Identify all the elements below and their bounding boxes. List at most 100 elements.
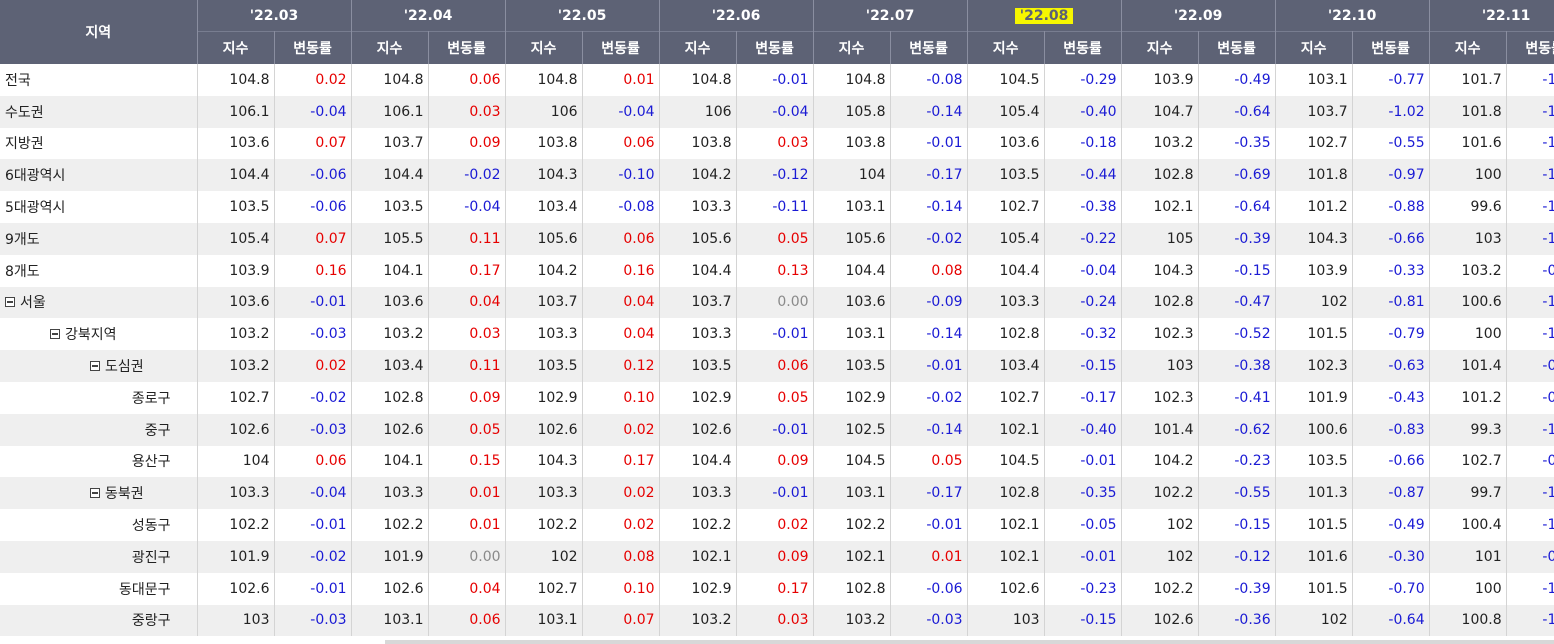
index-value-cell: 104.4: [351, 159, 429, 192]
index-value-cell: 104.4: [813, 254, 891, 287]
change-rate-cell: -1.17: [1506, 604, 1554, 637]
region-cell: 성동구: [0, 509, 198, 541]
index-value-cell: 103.7: [659, 286, 737, 319]
index-value-cell: 103.2: [351, 318, 429, 351]
month-header: '22.10: [1275, 0, 1430, 32]
collapse-toggle-icon[interactable]: [50, 329, 60, 340]
change-rate-cell: -0.87: [1506, 350, 1554, 382]
index-value-cell: 102: [1121, 509, 1199, 541]
index-value-cell: 100.4: [1429, 509, 1507, 541]
horizontal-scrollbar[interactable]: [385, 640, 1554, 644]
change-rate-cell: -0.47: [1198, 286, 1276, 319]
change-rate-cell: -0.64: [1352, 604, 1430, 637]
region-cell: 전국: [0, 64, 198, 96]
collapse-toggle-icon[interactable]: [90, 361, 100, 372]
change-rate-cell: -0.63: [1352, 350, 1430, 382]
index-value-cell: 103.3: [351, 477, 429, 510]
change-rate-cell: 0.13: [736, 254, 814, 287]
change-rate-cell: -0.49: [1352, 509, 1430, 541]
change-subheader[interactable]: 변동률: [582, 31, 660, 64]
change-rate-cell: -0.61: [1506, 540, 1554, 573]
change-subheader[interactable]: 변동률: [1198, 31, 1276, 64]
change-rate-cell: -0.04: [274, 95, 352, 128]
table-row: 성동구 102.2 -0.01 102.2 0.01 102.2 0.02 102.2 0.02…: [0, 509, 1554, 541]
change-rate-cell: -0.17: [890, 477, 968, 510]
region-cell[interactable]: 서울: [0, 286, 198, 319]
region-cell: 용산구: [0, 445, 198, 478]
index-subheader[interactable]: 지수: [505, 31, 583, 64]
region-cell: 8개도: [0, 254, 198, 287]
change-subheader[interactable]: 변동률: [1044, 31, 1122, 64]
index-subheader[interactable]: 지수: [197, 31, 275, 64]
region-cell[interactable]: 동북권: [0, 477, 198, 510]
change-rate-cell: 0.04: [582, 318, 660, 351]
change-subheader[interactable]: 변동률: [1352, 31, 1430, 64]
change-subheader[interactable]: 변동률: [274, 31, 352, 64]
change-rate-cell: -0.04: [274, 477, 352, 510]
change-rate-cell: -0.14: [890, 95, 968, 128]
index-value-cell: 103.2: [197, 318, 275, 351]
index-value-cell: 104.3: [505, 445, 583, 478]
index-value-cell: 103.3: [659, 477, 737, 510]
change-rate-cell: 0.16: [582, 254, 660, 287]
index-subheader[interactable]: 지수: [967, 31, 1045, 64]
change-rate-cell: 0.10: [582, 381, 660, 414]
index-value-cell: 102.3: [1121, 318, 1199, 351]
index-value-cell: 104.4: [967, 254, 1045, 287]
change-rate-cell: -0.05: [1044, 509, 1122, 541]
change-rate-cell: -0.01: [736, 318, 814, 351]
collapse-toggle-icon[interactable]: [90, 488, 100, 499]
index-value-cell: 102.6: [967, 572, 1045, 605]
region-name: 서울: [20, 295, 46, 312]
region-cell[interactable]: 도심권: [0, 350, 198, 382]
index-value-cell: 102.9: [659, 572, 737, 605]
change-rate-cell: -0.88: [1352, 191, 1430, 223]
index-value-cell: 104.3: [1275, 222, 1353, 255]
change-rate-cell: 0.05: [890, 445, 968, 478]
change-subheader[interactable]: 변동률: [428, 31, 506, 64]
index-value-cell: 104.5: [813, 445, 891, 478]
index-value-cell: 103.7: [351, 127, 429, 160]
change-rate-cell: 0.03: [736, 127, 814, 160]
region-cell[interactable]: 강북지역: [0, 318, 198, 351]
index-value-cell: 103.2: [1121, 127, 1199, 160]
change-rate-cell: -0.04: [428, 191, 506, 223]
index-subheader[interactable]: 지수: [813, 31, 891, 64]
region-name: 중구: [144, 422, 171, 439]
index-value-cell: 102.6: [351, 413, 429, 446]
region-header[interactable]: 지역: [0, 0, 198, 64]
change-subheader[interactable]: 변동률: [736, 31, 814, 64]
change-rate-cell: -1.77: [1506, 95, 1554, 128]
change-rate-cell: 0.11: [428, 350, 506, 382]
change-rate-cell: -0.66: [1352, 445, 1430, 478]
change-rate-cell: 0.06: [736, 350, 814, 382]
change-rate-cell: 0.15: [428, 445, 506, 478]
change-rate-cell: 0.09: [428, 381, 506, 414]
index-value-cell: 102.7: [967, 191, 1045, 223]
index-value-cell: 103.5: [351, 191, 429, 223]
index-value-cell: 102: [1275, 286, 1353, 319]
change-rate-cell: 0.09: [736, 445, 814, 478]
change-subheader[interactable]: 변동률: [1506, 31, 1554, 64]
index-value-cell: 100: [1429, 572, 1507, 605]
change-rate-cell: -0.15: [1044, 604, 1122, 637]
change-rate-cell: -0.36: [1198, 604, 1276, 637]
index-value-cell: 102.8: [1121, 286, 1199, 319]
change-rate-cell: -0.44: [1044, 159, 1122, 192]
month-label: '22.03: [249, 7, 299, 24]
index-subheader[interactable]: 지수: [1121, 31, 1199, 64]
region-name: 지방권: [5, 136, 44, 153]
index-subheader[interactable]: 지수: [659, 31, 737, 64]
collapse-toggle-icon[interactable]: [5, 297, 15, 308]
index-value-cell: 103.2: [197, 350, 275, 382]
table-row: 중랑구 103 -0.03 103.1 0.06 103.1 0.07 103.2 0.03 10…: [0, 604, 1554, 637]
index-value-cell: 102.2: [351, 509, 429, 541]
change-rate-cell: -0.55: [1198, 477, 1276, 510]
change-subheader[interactable]: 변동률: [890, 31, 968, 64]
index-value-cell: 101.8: [1275, 159, 1353, 192]
index-subheader[interactable]: 지수: [1429, 31, 1507, 64]
index-value-cell: 102.9: [659, 381, 737, 414]
index-value-cell: 105.4: [967, 222, 1045, 255]
index-subheader[interactable]: 지수: [351, 31, 429, 64]
index-subheader[interactable]: 지수: [1275, 31, 1353, 64]
